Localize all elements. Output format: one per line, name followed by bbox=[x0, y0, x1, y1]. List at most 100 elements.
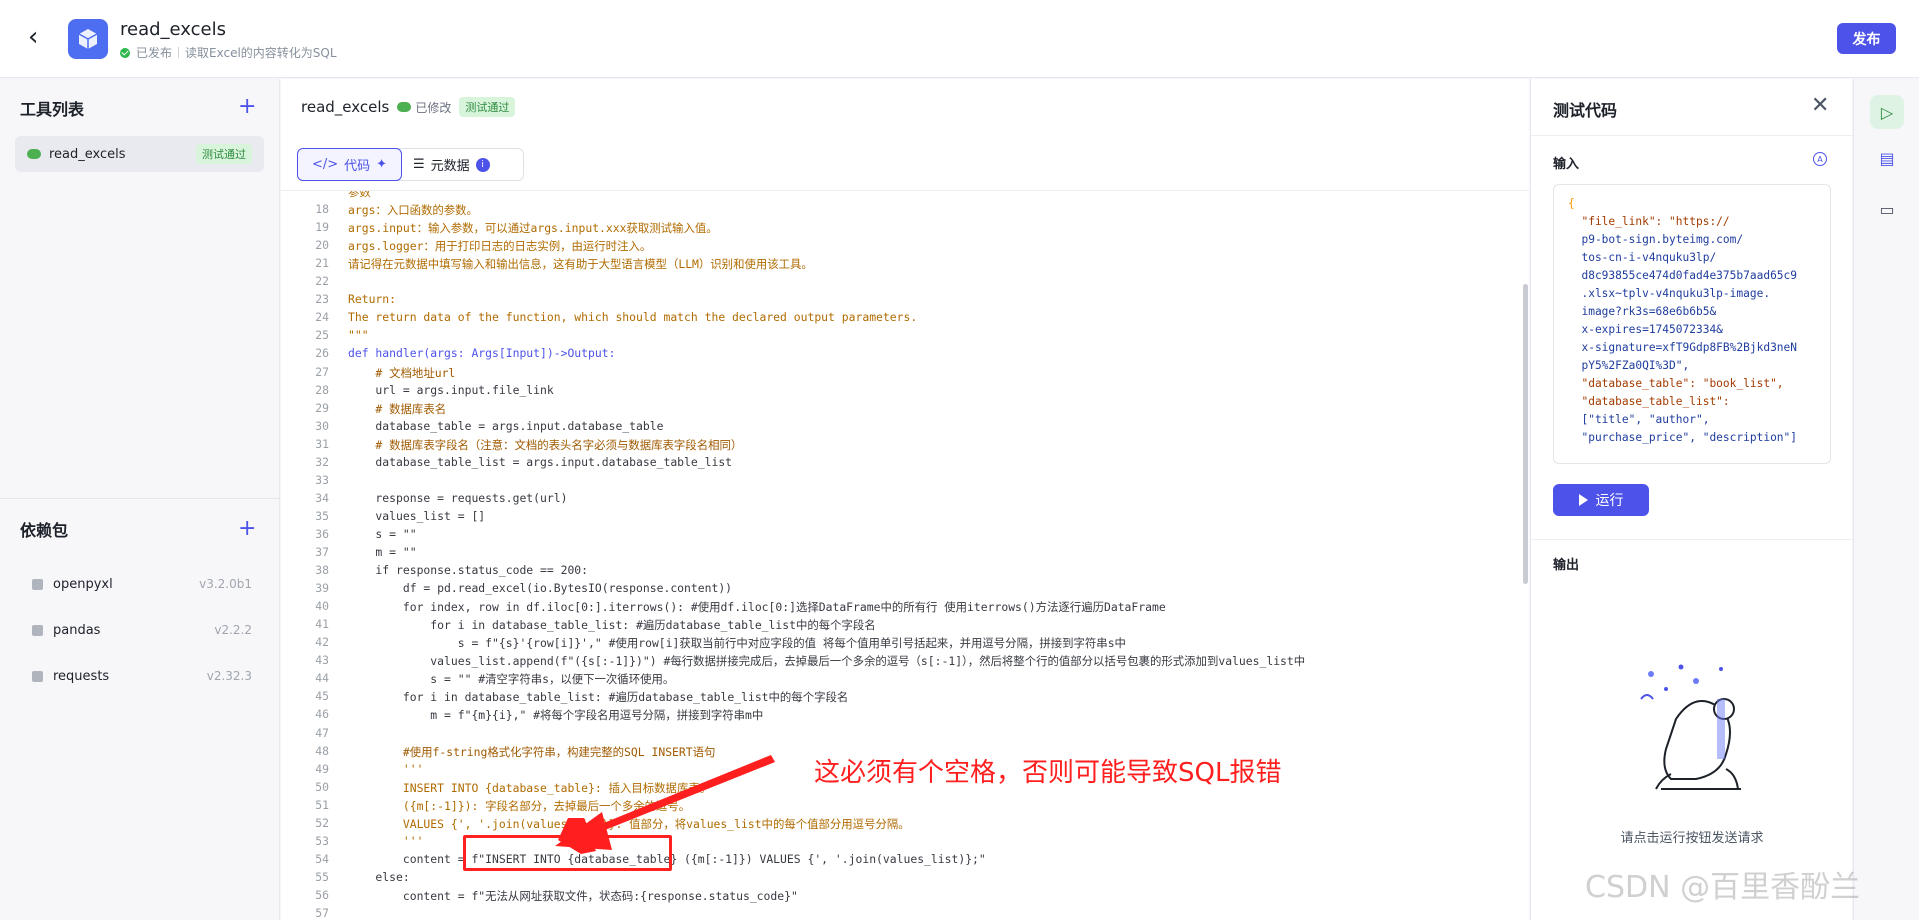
left-panel: 工具列表 + read_excels 测试通过 依赖包 + openpyxl v… bbox=[0, 79, 280, 920]
cloud-icon bbox=[397, 102, 412, 112]
code-line: for index, row in df.iloc[0:].iterrows()… bbox=[348, 600, 1166, 615]
test-panel: 测试代码 ✕ 输入 A { "file_link": "https:// p9-… bbox=[1530, 79, 1853, 920]
publish-button[interactable]: 发布 bbox=[1837, 23, 1896, 54]
line-number: 18 bbox=[315, 202, 329, 217]
code-line: ''' bbox=[348, 833, 424, 848]
tools-title: 工具列表 bbox=[20, 100, 85, 119]
code-line: if response.status_code == 200: bbox=[348, 563, 589, 578]
dependency-version: v2.2.2 bbox=[214, 623, 252, 637]
add-dependency-icon[interactable]: + bbox=[238, 518, 256, 540]
plugin-logo bbox=[68, 19, 108, 59]
line-number: 51 bbox=[315, 797, 329, 812]
code-area[interactable]: 参数 18 args：入口函数的参数。 19 args.input：输入参数，可以通过a… bbox=[281, 190, 1529, 920]
code-line: content = f"无法从网址获取文件，状态码:{response.stat… bbox=[348, 888, 798, 903]
code-editor-panel: read_excels 已修改 测试通过 </> 代码 ✦ ☰ 元数据 i 参数… bbox=[281, 79, 1529, 920]
code-line: response = requests.get(url) bbox=[348, 490, 568, 505]
status-badge: 测试通过 bbox=[196, 144, 252, 164]
tool-name: read_excels bbox=[49, 146, 126, 162]
annotation-text: 这必须有个空格，否则可能导致SQL报错 bbox=[814, 758, 1282, 788]
code-line: for i in database_table_list: #遍历databas… bbox=[348, 618, 876, 633]
tool-item-read-excels[interactable]: read_excels 测试通过 bbox=[15, 136, 264, 172]
run-button[interactable]: 运行 bbox=[1553, 484, 1649, 516]
code-line: m = "" bbox=[348, 545, 417, 559]
json-line: { bbox=[1568, 197, 1575, 210]
package-icon bbox=[32, 670, 43, 682]
code-line: Return: bbox=[348, 292, 397, 307]
app-title: read_excels bbox=[120, 19, 226, 40]
line-number: 33 bbox=[315, 472, 329, 487]
json-line: image?rk3s=68e6b6b5& bbox=[1568, 305, 1717, 318]
ai-generate-icon[interactable]: A bbox=[1813, 152, 1827, 166]
dependency-item: openpyxl v3.2.0b1 bbox=[32, 572, 252, 596]
line-number: 57 bbox=[315, 906, 329, 920]
code-line: def handler(args: Args[Input])->Output: bbox=[348, 346, 616, 361]
dependency-name: pandas bbox=[53, 622, 101, 638]
add-tool-icon[interactable]: + bbox=[238, 96, 256, 118]
code-line: #使用f-string格式化字符串，构建完整的SQL INSERT语句 bbox=[348, 744, 716, 759]
code-line: s = "" bbox=[348, 526, 417, 541]
line-number: 44 bbox=[315, 671, 329, 686]
terminal-icon[interactable]: ▭ bbox=[1870, 192, 1904, 226]
input-json-editor[interactable]: { "file_link": "https:// p9-bot-sign.byt… bbox=[1553, 184, 1831, 464]
published-check-icon bbox=[120, 47, 130, 58]
editor-header: read_excels 已修改 测试通过 bbox=[301, 97, 516, 117]
code-line: else: bbox=[348, 869, 410, 884]
line-number: 23 bbox=[315, 292, 329, 307]
cloud-icon bbox=[27, 149, 41, 159]
line-number: 32 bbox=[315, 454, 329, 469]
output-label: 输出 bbox=[1553, 558, 1580, 573]
line-number: 31 bbox=[315, 436, 329, 451]
back-arrow-icon[interactable]: ‹ bbox=[28, 24, 52, 50]
line-number: 50 bbox=[315, 779, 329, 794]
editor-scrollbar[interactable] bbox=[1523, 284, 1528, 584]
code-line: args.input：输入参数，可以通过args.input.xxx获取测试输入… bbox=[348, 221, 718, 236]
tab-metadata[interactable]: ☰ 元数据 i bbox=[401, 149, 502, 180]
app-description: 读取Excel的内容转化为SQL bbox=[185, 46, 337, 60]
json-line: tos-cn-i-v4nquku3lp/ bbox=[1568, 251, 1717, 264]
code-line: ''' bbox=[348, 761, 424, 776]
json-line: x-signature=xfT9Gdp8FB%2Bjkd3neN bbox=[1568, 341, 1798, 354]
line-number: 30 bbox=[315, 418, 329, 433]
line-number: 39 bbox=[315, 581, 329, 596]
dependency-version: v2.32.3 bbox=[206, 669, 252, 683]
info-icon: i bbox=[475, 157, 490, 172]
line-number: 41 bbox=[315, 617, 329, 632]
json-line: x-expires=1745072334& bbox=[1568, 323, 1723, 336]
line-number: 25 bbox=[315, 328, 329, 343]
json-line: "database_table": "book_list", bbox=[1568, 377, 1784, 390]
code-line: m = f"{m}{i}," #将每个字段名用逗号分隔，拼接到字符串m中 bbox=[348, 708, 764, 723]
line-number: 27 bbox=[315, 364, 329, 379]
code-line: args：入口函数的参数。 bbox=[348, 203, 478, 218]
line-number: 35 bbox=[315, 508, 329, 523]
publish-status: 已发布 bbox=[136, 46, 173, 60]
sliders-icon: ☰ bbox=[413, 157, 425, 172]
dependency-item: pandas v2.2.2 bbox=[32, 618, 252, 642]
tab-metadata-label: 元数据 bbox=[430, 159, 470, 174]
empty-illustration bbox=[1640, 664, 1741, 790]
line-number: 43 bbox=[315, 653, 329, 668]
code-line: values_list = [] bbox=[348, 508, 486, 523]
line-number: 22 bbox=[315, 274, 329, 289]
monitor-icon[interactable]: ▤ bbox=[1870, 141, 1904, 175]
app-subtitle: 已发布 读取Excel的内容转化为SQL bbox=[120, 44, 337, 61]
line-number: 28 bbox=[315, 382, 329, 397]
tab-code[interactable]: </> 代码 ✦ bbox=[297, 148, 402, 181]
json-line: "file_link": "https:// bbox=[1568, 215, 1730, 228]
json-line: d8c93855ce474d0fad4e375b7aad65c9 bbox=[1568, 269, 1798, 282]
line-number: 21 bbox=[315, 256, 329, 271]
line-number: 55 bbox=[315, 869, 329, 884]
close-icon[interactable]: ✕ bbox=[1811, 93, 1829, 118]
run-label: 运行 bbox=[1595, 493, 1624, 509]
code-line: df = pd.read_excel(io.BytesIO(response.c… bbox=[348, 581, 733, 596]
line-number: 20 bbox=[315, 238, 329, 253]
annotation-highlight-box bbox=[463, 835, 672, 871]
modified-label: 已修改 bbox=[415, 100, 452, 115]
json-line: p9-bot-sign.byteimg.com/ bbox=[1568, 233, 1744, 246]
watermark: CSDN @百里香酚兰 bbox=[1585, 870, 1861, 905]
right-icon-bar: ▷ ▤ ▭ bbox=[1853, 79, 1919, 920]
code-icon: </> bbox=[311, 157, 339, 172]
line-number: 36 bbox=[315, 526, 329, 541]
deps-title: 依赖包 bbox=[20, 521, 69, 540]
test-run-icon[interactable]: ▷ bbox=[1870, 95, 1904, 129]
code-line: INSERT INTO {database_table}: 插入目标数据库表。 bbox=[348, 780, 712, 795]
